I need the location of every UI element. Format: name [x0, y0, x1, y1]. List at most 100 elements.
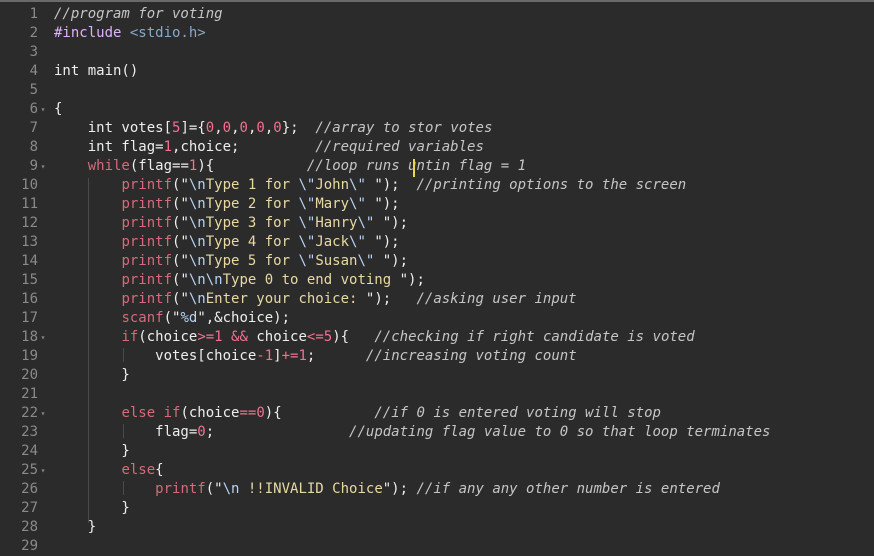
- line-number: 18: [21, 329, 38, 345]
- code-token: //program for voting: [54, 6, 223, 22]
- code-line[interactable]: 13 printf("\nType 4 for \"Jack\" ");: [0, 233, 874, 252]
- code-text: else{: [54, 461, 163, 480]
- code-token: 0: [239, 120, 248, 136]
- code-token: 1: [298, 348, 307, 364]
- code-token: int main(): [54, 63, 139, 79]
- code-token: //increasing voting count: [365, 348, 577, 364]
- code-line[interactable]: 10 printf("\nType 1 for \"John\" "); //p…: [0, 176, 874, 195]
- code-token: Jack: [315, 234, 350, 250]
- line-number: 12: [21, 215, 38, 231]
- code-token: (": [172, 215, 189, 231]
- code-token: //printing options to the screen: [416, 177, 687, 193]
- code-token: printf: [121, 215, 173, 231]
- code-token: //loop runs untin flag = 1: [306, 158, 527, 174]
- code-token: {: [54, 101, 63, 117]
- code-token: Mary: [315, 196, 350, 212]
- code-token: printf: [121, 272, 173, 288]
- code-token: ");: [382, 481, 417, 497]
- code-line[interactable]: 17 scanf("%d",&choice);: [0, 309, 874, 328]
- fold-toggle-icon[interactable]: ▾: [38, 157, 48, 176]
- code-token: \": [298, 253, 316, 269]
- code-token: \n: [188, 253, 206, 269]
- code-token: }: [54, 367, 130, 383]
- code-token: Type 1 for: [205, 177, 299, 193]
- code-token: 1: [214, 329, 223, 345]
- code-token: <=: [306, 329, 324, 345]
- code-token: ");: [365, 234, 400, 250]
- code-token: else: [121, 462, 156, 478]
- code-token: \": [357, 215, 375, 231]
- line-number: 23: [21, 424, 38, 440]
- code-token: 0: [256, 405, 265, 421]
- code-line[interactable]: 29: [0, 537, 874, 556]
- fold-toggle-icon[interactable]: ▾: [38, 461, 48, 480]
- code-line[interactable]: 8 int flag=1,choice; //required variable…: [0, 138, 874, 157]
- code-line[interactable]: 2 #include <stdio.h>: [0, 24, 874, 43]
- code-line[interactable]: 19 votes[choice-1]+=1; //increasing voti…: [0, 347, 874, 366]
- code-token: 0: [222, 120, 232, 136]
- code-line[interactable]: 5: [0, 81, 874, 100]
- code-token: \": [349, 177, 366, 193]
- code-line[interactable]: 22 ▾ else if(choice==0){ //if 0 is entere…: [0, 404, 874, 423]
- code-text: if(choice>=1 && choice<=5){ //checking i…: [54, 328, 695, 347]
- code-text: printf("\nType 1 for \"John\" "); //prin…: [54, 176, 686, 195]
- code-token: printf: [121, 234, 173, 250]
- code-line[interactable]: 4 int main(): [0, 62, 874, 81]
- code-line[interactable]: 27 }: [0, 499, 874, 518]
- fold-toggle-icon[interactable]: ▾: [38, 404, 48, 423]
- line-number: 5: [29, 82, 38, 98]
- code-token: \n: [222, 481, 240, 497]
- code-token: Type 3 for: [205, 215, 299, 231]
- code-line[interactable]: 28 }: [0, 518, 874, 537]
- line-number: 8: [29, 139, 38, 155]
- fold-toggle-icon[interactable]: ▾: [38, 100, 48, 119]
- code-line[interactable]: 25 ▾ else{: [0, 461, 874, 480]
- code-token: \": [349, 234, 366, 250]
- code-line[interactable]: 15 printf("\n\nType 0 to end voting ");: [0, 271, 874, 290]
- line-number: 1: [29, 6, 38, 22]
- code-line[interactable]: 6 ▾ {: [0, 100, 874, 119]
- code-token: Type 2 for: [205, 196, 299, 212]
- code-token: 0: [205, 120, 215, 136]
- code-token: Hanry: [315, 215, 358, 231]
- code-line[interactable]: 18 ▾ if(choice>=1 && choice<=5){ //checki…: [0, 328, 874, 347]
- code-line[interactable]: 11 printf("\nType 2 for \"Mary\" ");: [0, 195, 874, 214]
- code-token: //checking if right candidate is voted: [374, 329, 695, 345]
- code-token: (": [172, 272, 189, 288]
- fold-toggle-icon[interactable]: ▾: [38, 328, 48, 347]
- line-number: 6: [29, 101, 38, 117]
- line-number: 17: [21, 310, 38, 326]
- code-line[interactable]: 3: [0, 43, 874, 62]
- code-token: %d: [180, 310, 198, 326]
- code-token: while: [87, 158, 130, 174]
- line-number: 27: [21, 500, 38, 516]
- code-token: Enter your choice:: [205, 291, 366, 307]
- code-line[interactable]: 23 flag=0; //updating flag value to 0 so…: [0, 423, 874, 442]
- code-line[interactable]: 1 //program for voting: [0, 5, 874, 24]
- code-token: Type 4 for: [205, 234, 299, 250]
- line-number: 3: [29, 44, 38, 60]
- code-line[interactable]: 20 }: [0, 366, 874, 385]
- code-line[interactable]: 26 printf("\n !!INVALID Choice"); //if a…: [0, 480, 874, 499]
- code-line[interactable]: 24 }: [0, 442, 874, 461]
- code-text: printf("\nType 4 for \"Jack\" ");: [54, 233, 400, 252]
- code-text: }: [54, 442, 129, 461]
- indent-guide: [88, 178, 89, 523]
- code-line[interactable]: 16 printf("\nEnter your choice: "); //as…: [0, 290, 874, 309]
- code-line[interactable]: 21: [0, 385, 874, 404]
- code-token: (choice: [138, 329, 198, 345]
- code-token: 0: [256, 120, 265, 136]
- line-number: 26: [21, 481, 38, 497]
- code-line[interactable]: 7 int votes[5]={0,0,0,0,0}; //array to s…: [0, 119, 874, 138]
- code-line[interactable]: 14 printf("\nType 5 for \"Susan\" ");: [0, 252, 874, 271]
- code-token: votes[choice: [54, 348, 257, 364]
- code-token: 1: [163, 139, 173, 155]
- code-editor[interactable]: 1 //program for voting 2 #include <stdio.h>…: [0, 0, 874, 555]
- code-line[interactable]: 9 ▾ while(flag==1){ //loop runs untin fla…: [0, 157, 874, 176]
- code-token: &&: [231, 329, 248, 345]
- code-line[interactable]: 12 printf("\nType 3 for \"Hanry\" ");: [0, 214, 874, 233]
- code-text: printf("\n\nType 0 to end voting ");: [54, 271, 424, 290]
- code-token: \n: [188, 196, 206, 212]
- code-token: ==: [239, 405, 257, 421]
